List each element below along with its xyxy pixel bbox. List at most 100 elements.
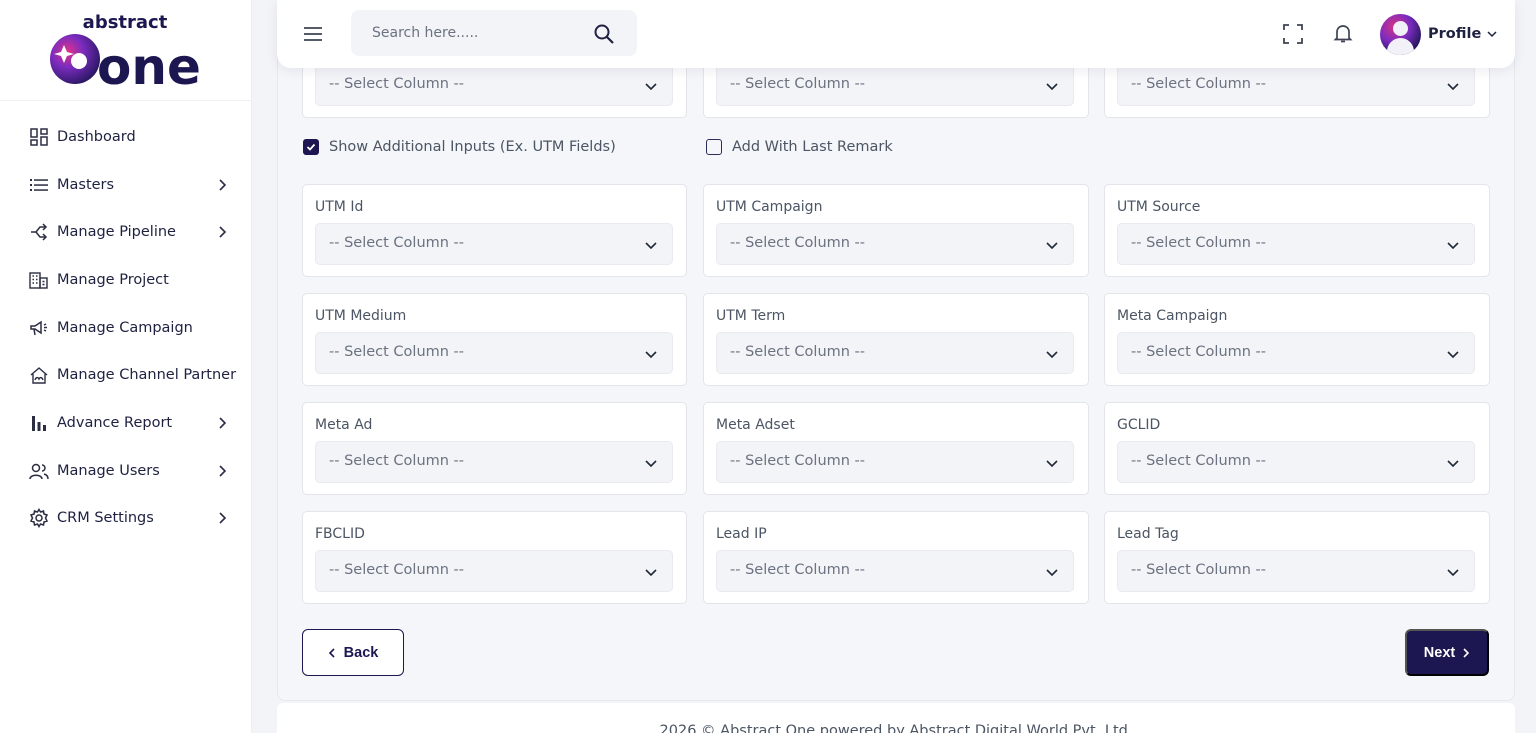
gear-icon	[29, 508, 49, 529]
field-label: UTM Term	[716, 308, 786, 324]
sidebar-item-manage-channel-partner[interactable]: Manage Channel Partner	[0, 351, 251, 399]
chevron-down-icon	[1447, 460, 1459, 468]
sidebar-item-crm-settings[interactable]: CRM Settings	[0, 495, 251, 543]
field-card-lead-ip: Lead IP -- Select Column --	[703, 511, 1089, 604]
chevron-down-icon	[1487, 31, 1497, 38]
field-card-meta-adset: Meta Adset -- Select Column --	[703, 402, 1089, 495]
footer: 2026 © Abstract One powered by Abstract …	[277, 703, 1515, 733]
field-card-utm-campaign: UTM Campaign -- Select Column --	[703, 184, 1089, 277]
pipeline-icon	[29, 222, 49, 242]
search-icon[interactable]	[593, 23, 615, 45]
checkbox-unchecked[interactable]	[706, 139, 722, 155]
chevron-down-icon	[1046, 242, 1058, 250]
field-card-fbclid: FBCLID -- Select Column --	[302, 511, 687, 604]
field-card-utm-medium: UTM Medium -- Select Column --	[302, 293, 687, 386]
sidebar-item-masters[interactable]: Masters	[0, 161, 251, 209]
abstract-one-logo: abstract one	[50, 12, 201, 87]
select-value: -- Select Column --	[730, 562, 866, 578]
back-button[interactable]: Back	[302, 629, 404, 676]
checkbox-label: Add With Last Remark	[732, 139, 893, 155]
column-select[interactable]: -- Select Column --	[1117, 64, 1475, 106]
lead-ip-select[interactable]: -- Select Column --	[716, 550, 1074, 592]
gclid-select[interactable]: -- Select Column --	[1117, 441, 1475, 483]
fbclid-select[interactable]: -- Select Column --	[315, 550, 673, 592]
building-icon	[29, 270, 49, 290]
sidebar-item-label: CRM Settings	[57, 510, 154, 527]
sidebar-item-advance-report[interactable]: Advance Report	[0, 399, 251, 447]
sidebar-item-label: Manage Channel Partner	[57, 367, 237, 384]
chevron-down-icon	[1447, 569, 1459, 577]
field-label: GCLID	[1117, 417, 1161, 433]
sidebar-item-manage-pipeline[interactable]: Manage Pipeline	[0, 208, 251, 256]
megaphone-icon	[29, 318, 49, 338]
hamburger-menu-icon[interactable]	[301, 22, 325, 46]
users-icon	[29, 461, 49, 481]
chevron-down-icon	[645, 460, 657, 468]
select-value: -- Select Column --	[730, 453, 866, 469]
fullscreen-icon[interactable]	[1281, 22, 1305, 46]
chevron-down-icon	[645, 569, 657, 577]
chevron-down-icon	[1447, 351, 1459, 359]
search-input[interactable]	[351, 10, 591, 56]
avatar[interactable]	[1380, 13, 1421, 55]
select-value: -- Select Column --	[730, 76, 866, 92]
add-with-last-remark-checkbox[interactable]: Add With Last Remark	[706, 139, 893, 155]
field-label: Meta Campaign	[1117, 308, 1228, 324]
field-card-utm-source: UTM Source -- Select Column --	[1104, 184, 1490, 277]
show-additional-inputs-checkbox[interactable]: Show Additional Inputs (Ex. UTM Fields)	[303, 139, 616, 155]
next-button[interactable]: Next	[1405, 629, 1489, 676]
utm-campaign-select[interactable]: -- Select Column --	[716, 223, 1074, 265]
logo-main-text: one	[97, 38, 201, 87]
profile-label: Profile	[1428, 26, 1482, 42]
chevron-down-icon	[645, 351, 657, 359]
field-card-meta-ad: Meta Ad -- Select Column --	[302, 402, 687, 495]
utm-term-select[interactable]: -- Select Column --	[716, 332, 1074, 374]
chevron-down-icon	[1046, 351, 1058, 359]
profile-menu[interactable]: Profile	[1380, 13, 1498, 55]
select-value: -- Select Column --	[730, 344, 866, 360]
field-label: UTM Medium	[315, 308, 407, 324]
utm-id-select[interactable]: -- Select Column --	[315, 223, 673, 265]
column-select[interactable]: -- Select Column --	[315, 64, 673, 106]
lead-tag-select[interactable]: -- Select Column --	[1117, 550, 1475, 592]
field-card-utm-id: UTM Id -- Select Column --	[302, 184, 687, 277]
chevron-down-icon	[1447, 242, 1459, 250]
sidebar-item-label: Masters	[57, 176, 115, 193]
select-value: -- Select Column --	[329, 235, 465, 251]
select-value: -- Select Column --	[1131, 562, 1267, 578]
meta-campaign-select[interactable]: -- Select Column --	[1117, 332, 1475, 374]
sidebar-item-manage-project[interactable]: Manage Project	[0, 256, 251, 304]
chevron-down-icon	[645, 83, 657, 91]
field-card-meta-campaign: Meta Campaign -- Select Column --	[1104, 293, 1490, 386]
select-value: -- Select Column --	[1131, 453, 1267, 469]
field-label: UTM Source	[1117, 199, 1201, 215]
logo-top-text: abstract	[83, 12, 168, 33]
meta-adset-select[interactable]: -- Select Column --	[716, 441, 1074, 483]
partner-icon	[29, 365, 49, 385]
chevron-right-icon	[219, 226, 227, 238]
utm-medium-select[interactable]: -- Select Column --	[315, 332, 673, 374]
utm-source-select[interactable]: -- Select Column --	[1117, 223, 1475, 265]
checkbox-checked[interactable]	[303, 139, 319, 155]
chevron-left-icon	[328, 647, 335, 658]
chevron-down-icon	[1447, 83, 1459, 91]
brand-logo[interactable]: abstract one	[0, 0, 251, 101]
select-value: -- Select Column --	[329, 344, 465, 360]
chevron-down-icon	[1046, 460, 1058, 468]
sidebar-item-dashboard[interactable]: Dashboard	[0, 113, 251, 161]
meta-ad-select[interactable]: -- Select Column --	[315, 441, 673, 483]
select-value: -- Select Column --	[730, 235, 866, 251]
chevron-right-icon	[1463, 647, 1470, 658]
select-value: -- Select Column --	[1131, 235, 1267, 251]
chevron-right-icon	[219, 465, 227, 477]
select-value: -- Select Column --	[1131, 76, 1267, 92]
field-card-gclid: GCLID -- Select Column --	[1104, 402, 1490, 495]
sidebar-item-label: Manage Pipeline	[57, 224, 176, 241]
sidebar-item-manage-users[interactable]: Manage Users	[0, 447, 251, 495]
chevron-right-icon	[219, 178, 227, 191]
main-content: -- Select Column -- -- Select Column -- …	[277, 0, 1515, 701]
chevron-down-icon	[1046, 569, 1058, 577]
column-select[interactable]: -- Select Column --	[716, 64, 1074, 106]
bell-icon[interactable]	[1331, 21, 1355, 45]
sidebar-item-manage-campaign[interactable]: Manage Campaign	[0, 304, 251, 352]
